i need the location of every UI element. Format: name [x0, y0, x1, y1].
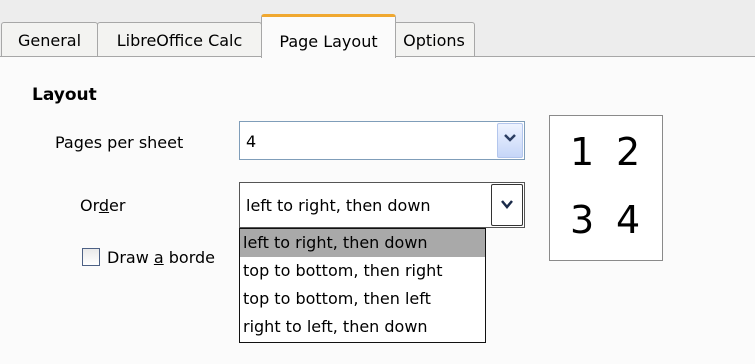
- chevron-down-icon: [504, 134, 516, 142]
- pages-per-sheet-label: Pages per sheet: [55, 133, 184, 152]
- order-dropdown-list: left to right, then down top to bottom, …: [239, 228, 486, 343]
- order-label: Order: [80, 196, 126, 215]
- chevron-down-icon: [501, 200, 513, 209]
- order-dropdown-button[interactable]: [491, 184, 523, 226]
- order-select[interactable]: left to right, then down: [239, 182, 525, 228]
- preview-number: 3: [570, 198, 595, 242]
- tab-options[interactable]: Options: [393, 22, 475, 56]
- tab-libreoffice-calc[interactable]: LibreOffice Calc: [97, 22, 262, 56]
- page-order-preview: 1 2 3 4: [549, 115, 663, 261]
- draw-border-label: Draw a borde: [107, 248, 216, 267]
- pages-per-sheet-select[interactable]: 4: [239, 121, 525, 160]
- order-option[interactable]: left to right, then down: [240, 229, 485, 257]
- pages-per-sheet-value: 4: [246, 132, 257, 151]
- preview-number: 1: [570, 130, 595, 174]
- preview-number: 2: [616, 130, 641, 174]
- pages-per-sheet-dropdown-button[interactable]: [497, 123, 523, 158]
- tab-general[interactable]: General: [1, 22, 98, 56]
- preview-number: 4: [616, 198, 641, 242]
- order-option[interactable]: top to bottom, then left: [240, 285, 485, 313]
- layout-section-title: Layout: [32, 85, 97, 105]
- tab-page-layout[interactable]: Page Layout: [261, 14, 396, 58]
- order-option[interactable]: right to left, then down: [240, 313, 485, 341]
- order-value: left to right, then down: [246, 196, 431, 215]
- order-option[interactable]: top to bottom, then right: [240, 257, 485, 285]
- draw-border-checkbox[interactable]: [82, 248, 100, 266]
